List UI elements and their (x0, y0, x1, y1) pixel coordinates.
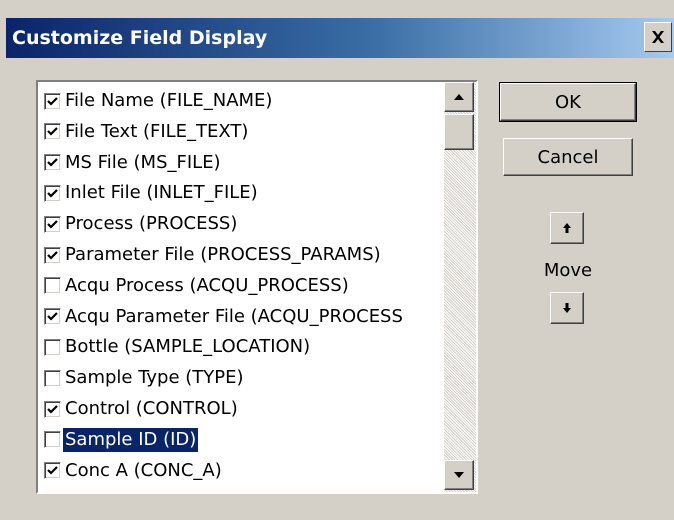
field-list-item[interactable]: Sample ID (ID) (38, 425, 444, 455)
field-label: Bottle (SAMPLE_LOCATION) (65, 336, 311, 358)
field-list-item[interactable]: Bottle (SAMPLE_LOCATION) (38, 332, 444, 362)
field-list-item[interactable]: Inlet File (INLET_FILE) (38, 178, 444, 208)
title-bar[interactable]: Customize Field Display (6, 18, 674, 58)
field-list[interactable]: File Name (FILE_NAME) File Text (FILE_TEX… (36, 80, 478, 494)
field-checkbox[interactable] (44, 462, 61, 480)
field-list-item[interactable]: MS File (MS_FILE) (38, 148, 444, 178)
field-checkbox[interactable] (44, 92, 61, 110)
field-label: Acqu Parameter File (ACQU_PROCESS (65, 305, 403, 327)
close-button[interactable] (644, 22, 672, 52)
field-checkbox[interactable] (44, 369, 61, 387)
ok-button[interactable]: OK (499, 82, 637, 122)
field-checkbox[interactable] (44, 246, 61, 264)
checkmark-icon (47, 312, 58, 321)
field-checkbox[interactable] (44, 277, 61, 295)
field-list-item[interactable]: File Text (FILE_TEXT) (38, 117, 444, 147)
field-checkbox[interactable] (44, 338, 61, 356)
field-checkbox[interactable] (44, 215, 61, 233)
field-list-item[interactable]: File Name (FILE_NAME) (38, 86, 444, 116)
close-icon (652, 31, 664, 43)
field-list-item[interactable]: Sample Type (TYPE) (38, 363, 444, 393)
move-up-button[interactable] (550, 212, 584, 244)
move-down-button[interactable] (550, 292, 584, 324)
field-checkbox[interactable] (44, 308, 61, 326)
checkmark-icon (47, 466, 58, 475)
checkmark-icon (47, 219, 58, 229)
checkmark-icon (47, 127, 58, 136)
checkmark-icon (47, 250, 58, 260)
field-label: Conc A (CONC_A) (65, 459, 222, 481)
field-list-item[interactable]: Process (PROCESS) (38, 209, 444, 239)
field-checkbox[interactable] (44, 123, 61, 141)
scroll-down-arrow-icon (454, 472, 464, 478)
field-label: File Name (FILE_NAME) (65, 90, 273, 111)
field-label: Sample Type (TYPE) (65, 367, 244, 389)
customize-field-display-dialog: Customize Field Display File Name (FILE_… (0, 0, 674, 520)
move-label: Move (543, 260, 593, 281)
scroll-up-button[interactable] (444, 82, 474, 112)
field-label: MS File (MS_FILE) (65, 151, 221, 173)
field-label: Parameter File (PROCESS_PARAMS) (65, 244, 381, 265)
field-checkbox[interactable] (44, 184, 61, 202)
field-list-items: File Name (FILE_NAME) File Text (FILE_TEX… (38, 82, 444, 492)
field-label: Sample ID (ID) (63, 427, 199, 452)
field-checkbox[interactable] (44, 431, 61, 449)
cancel-button[interactable]: Cancel (503, 138, 633, 176)
scroll-thumb[interactable] (444, 114, 474, 150)
checkmark-icon (47, 158, 58, 167)
field-checkbox[interactable] (44, 154, 61, 172)
field-label: Acqu Process (ACQU_PROCESS) (65, 274, 349, 296)
field-checkbox[interactable] (44, 400, 61, 418)
field-label: Inlet File (INLET_FILE) (65, 182, 258, 204)
field-list-item[interactable]: Conc A (CONC_A) (38, 456, 444, 486)
field-list-item[interactable]: Acqu Parameter File (ACQU_PROCESS (38, 302, 444, 332)
field-label: Control (CONTROL) (65, 398, 238, 419)
checkmark-icon (47, 96, 58, 106)
field-label: File Text (FILE_TEXT) (65, 120, 249, 142)
field-list-item[interactable]: Acqu Process (ACQU_PROCESS) (38, 271, 444, 301)
arrow-up-icon (563, 223, 571, 233)
field-list-scrollbar[interactable] (444, 82, 476, 492)
dialog-title: Customize Field Display (12, 27, 268, 49)
scroll-down-button[interactable] (444, 460, 474, 490)
field-list-item[interactable]: Control (CONTROL) (38, 394, 444, 424)
checkmark-icon (47, 189, 58, 198)
field-list-item[interactable]: Parameter File (PROCESS_PARAMS) (38, 240, 444, 270)
arrow-down-icon (563, 303, 571, 313)
checkmark-icon (47, 404, 58, 414)
field-label: Process (PROCESS) (65, 213, 238, 235)
scroll-up-arrow-icon (454, 94, 464, 100)
